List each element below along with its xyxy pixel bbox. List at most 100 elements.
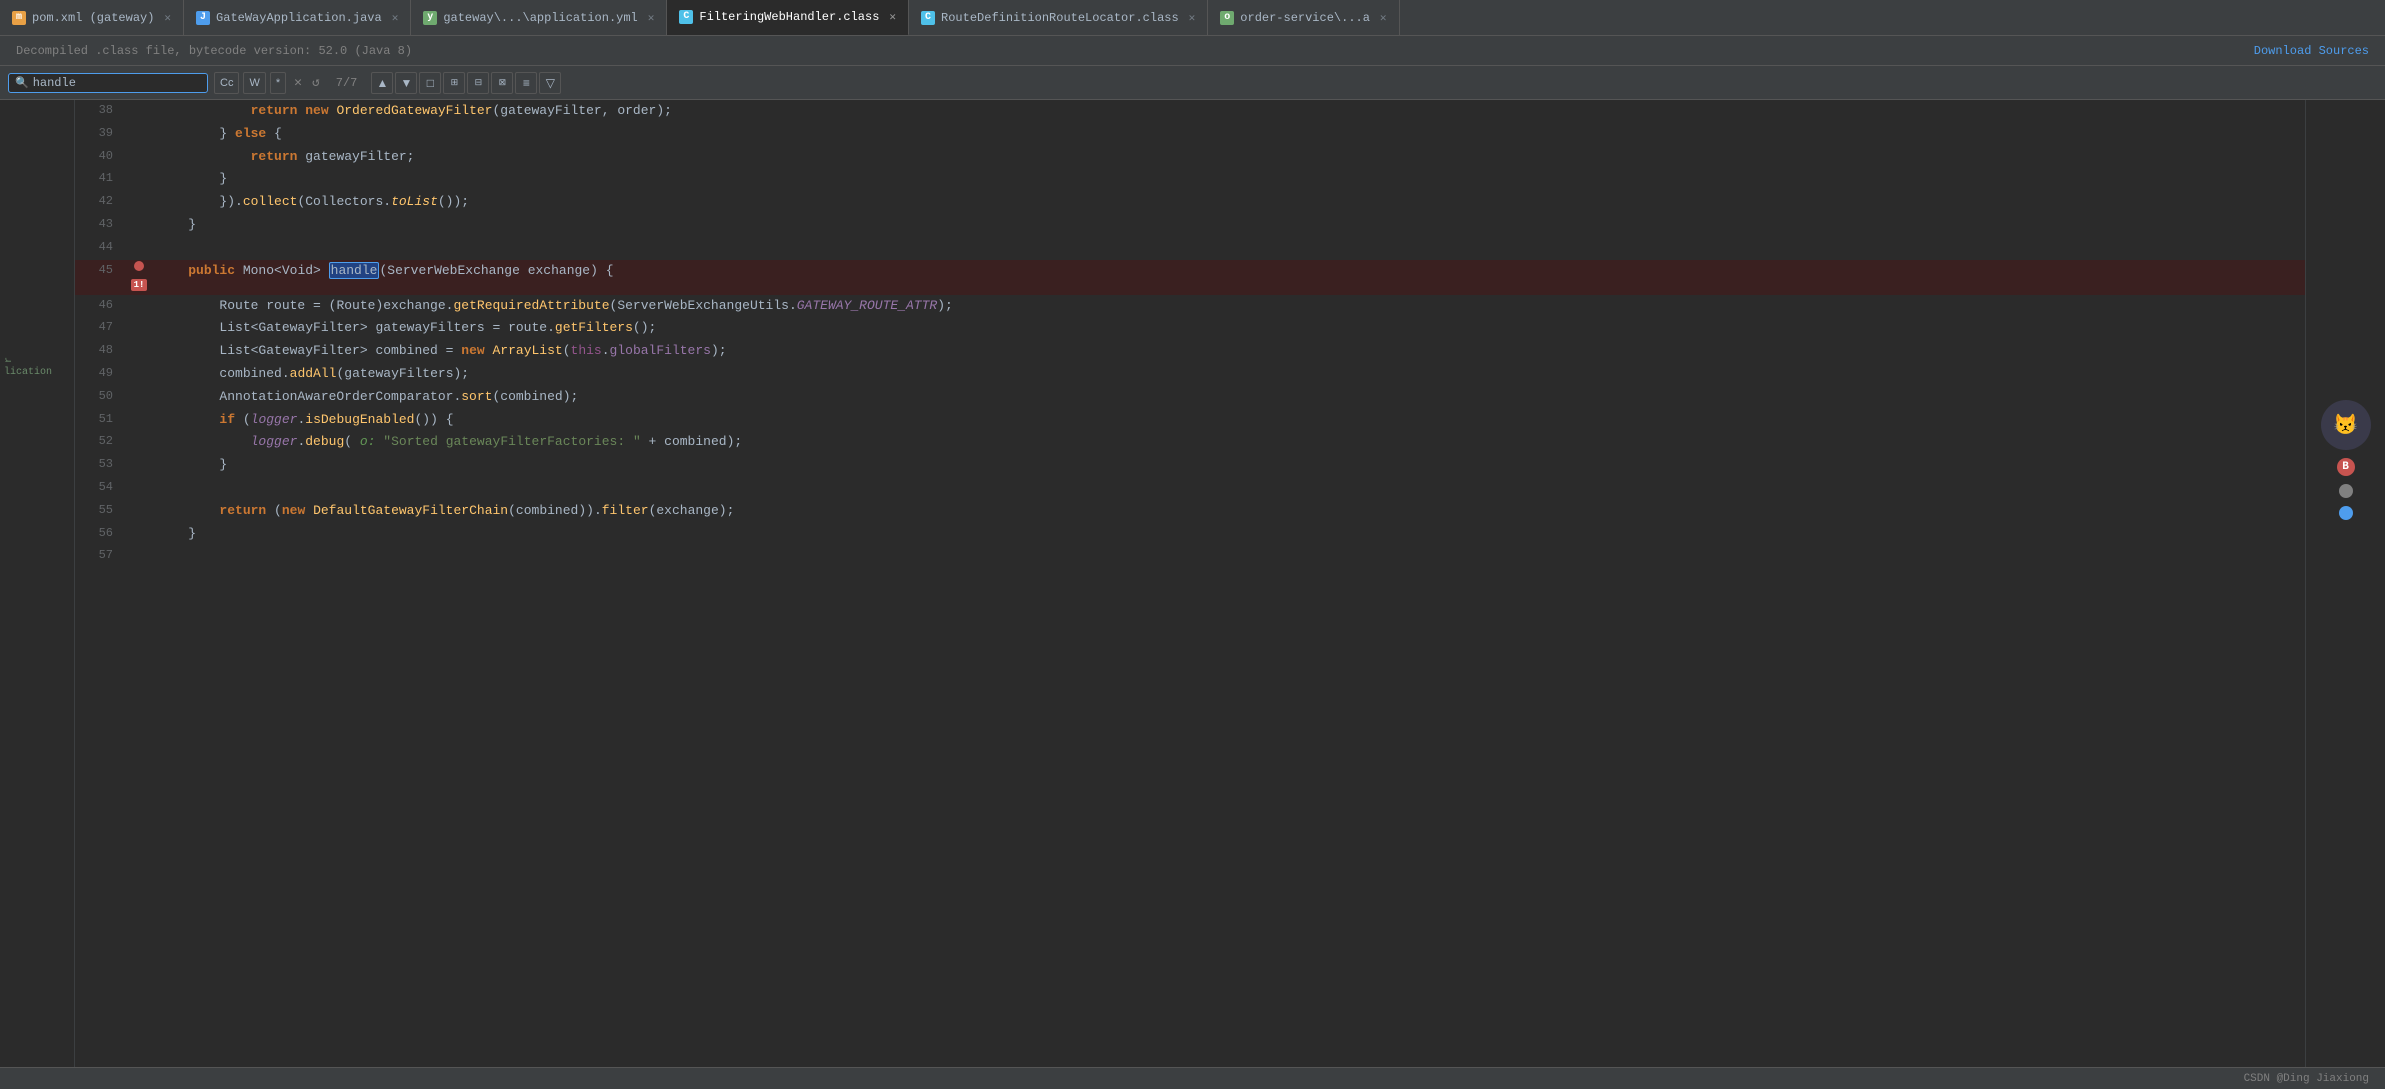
code-table: 38 return new OrderedGatewayFilter(gatew… (75, 100, 2305, 568)
line-gutter (125, 500, 153, 523)
tab-icon-route: C (921, 11, 935, 25)
line-code: } (153, 454, 2305, 477)
whole-word-button[interactable]: W (243, 72, 265, 94)
search-icon: 🔍 (15, 76, 29, 90)
line-code (153, 477, 2305, 500)
sidebar-text-1: r (0, 354, 19, 365)
line-number: 54 (75, 477, 125, 500)
line-code: return new OrderedGatewayFilter(gatewayF… (153, 100, 2305, 123)
line-number: 45 (75, 260, 125, 295)
line-code: return gatewayFilter; (153, 146, 2305, 169)
line-gutter (125, 295, 153, 318)
line-number: 44 (75, 237, 125, 260)
line-code: } (153, 168, 2305, 191)
main-content: r lication 38 return new OrderedGatewayF… (0, 100, 2385, 1089)
search-count: 7/7 (336, 76, 358, 90)
tab-label-route: RouteDefinitionRouteLocator.class (941, 11, 1179, 25)
line-number: 51 (75, 409, 125, 432)
sidebar-text-2: lication (0, 365, 74, 380)
tab-icon-pom: m (12, 11, 26, 25)
line-number: 38 (75, 100, 125, 123)
tab-close-filtering[interactable]: ✕ (889, 10, 896, 24)
line-number: 48 (75, 340, 125, 363)
line-code: if (logger.isDebugEnabled()) { (153, 409, 2305, 432)
code-area: 38 return new OrderedGatewayFilter(gatew… (75, 100, 2305, 1089)
search-extra-4[interactable]: ⊠ (491, 72, 513, 94)
deco-dot-1 (2339, 484, 2353, 498)
tab-order-service[interactable]: o order-service\...a ✕ (1208, 0, 1399, 36)
left-sidebar: r lication (0, 100, 75, 1089)
line-code: List<GatewayFilter> combined = new Array… (153, 340, 2305, 363)
line-number: 53 (75, 454, 125, 477)
line-number: 39 (75, 123, 125, 146)
line-number: 55 (75, 500, 125, 523)
status-bar: CSDN @Ding Jiaxiong (0, 1067, 2385, 1089)
line-gutter (125, 237, 153, 260)
regex-button[interactable]: * (270, 72, 286, 94)
right-decoration: 😾 B (2305, 100, 2385, 1089)
tab-close-yml[interactable]: ✕ (648, 11, 655, 25)
status-text: CSDN @Ding Jiaxiong (2244, 1073, 2369, 1085)
line-code (153, 237, 2305, 260)
line-number: 40 (75, 146, 125, 169)
line-gutter (125, 363, 153, 386)
line-gutter (125, 477, 153, 500)
line-gutter (125, 191, 153, 214)
breakpoint-dot (134, 261, 144, 271)
tab-gateway-app[interactable]: J GateWayApplication.java ✕ (184, 0, 411, 36)
search-prev-button[interactable]: ▲ (371, 72, 393, 94)
case-sensitive-button[interactable]: Cc (214, 72, 239, 94)
line-gutter (125, 545, 153, 568)
tab-icon-order: o (1220, 11, 1234, 25)
line-gutter (125, 214, 153, 237)
line-code: } else { (153, 123, 2305, 146)
tab-filtering-handler[interactable]: C FilteringWebHandler.class ✕ (667, 0, 909, 36)
search-extra-3[interactable]: ⊟ (467, 72, 489, 94)
search-filter-button[interactable]: ▽ (539, 72, 561, 94)
search-input[interactable] (33, 76, 173, 90)
tab-icon-filtering: C (679, 10, 693, 24)
line-gutter (125, 431, 153, 454)
line-code: Route route = (Route)exchange.getRequire… (153, 295, 2305, 318)
tab-icon-yml: y (423, 11, 437, 25)
search-navigation: ▲ ▼ □ ⊞ ⊟ ⊠ ≡ ▽ (371, 72, 561, 94)
line-gutter (125, 340, 153, 363)
search-bar: 🔍 Cc W * ✕ ↺ 7/7 ▲ ▼ □ ⊞ ⊟ ⊠ ≡ ▽ (0, 66, 2385, 100)
line-code: logger.debug( o: "Sorted gatewayFilterFa… (153, 431, 2305, 454)
line-number: 41 (75, 168, 125, 191)
tab-yml[interactable]: y gateway\...\application.yml ✕ (411, 0, 667, 36)
line-gutter: 1! (125, 260, 153, 295)
search-extra-5[interactable]: ≡ (515, 72, 537, 94)
tab-label-gateway: GateWayApplication.java (216, 11, 382, 25)
tab-bar: m pom.xml (gateway) ✕ J GateWayApplicati… (0, 0, 2385, 36)
line-gutter (125, 123, 153, 146)
tab-route-locator[interactable]: C RouteDefinitionRouteLocator.class ✕ (909, 0, 1208, 36)
tab-close-pom[interactable]: ✕ (164, 11, 171, 25)
download-sources-button[interactable]: Download Sources (2254, 44, 2369, 58)
search-extra-2[interactable]: ⊞ (443, 72, 465, 94)
line-gutter (125, 317, 153, 340)
line-code (153, 545, 2305, 568)
tab-close-order[interactable]: ✕ (1380, 11, 1387, 25)
tab-close-route[interactable]: ✕ (1189, 11, 1196, 25)
info-bar: Decompiled .class file, bytecode version… (0, 36, 2385, 66)
line-gutter (125, 409, 153, 432)
line-number: 57 (75, 545, 125, 568)
line-gutter (125, 523, 153, 546)
search-next-button[interactable]: ▼ (395, 72, 417, 94)
line-code: public Mono<Void> handle(ServerWebExchan… (153, 260, 2305, 295)
line-number: 47 (75, 317, 125, 340)
decompiled-message: Decompiled .class file, bytecode version… (16, 44, 412, 58)
line-code: List<GatewayFilter> gatewayFilters = rou… (153, 317, 2305, 340)
debug-badge: 1! (131, 279, 148, 291)
line-number: 46 (75, 295, 125, 318)
line-gutter (125, 386, 153, 409)
code-scroll[interactable]: 38 return new OrderedGatewayFilter(gatew… (75, 100, 2305, 1089)
tab-label-filtering: FilteringWebHandler.class (699, 10, 879, 24)
tab-pom[interactable]: m pom.xml (gateway) ✕ (0, 0, 184, 36)
line-code: AnnotationAwareOrderComparator.sort(comb… (153, 386, 2305, 409)
search-extra-1[interactable]: □ (419, 72, 441, 94)
tab-close-gateway[interactable]: ✕ (392, 11, 399, 25)
line-gutter (125, 168, 153, 191)
line-number: 43 (75, 214, 125, 237)
